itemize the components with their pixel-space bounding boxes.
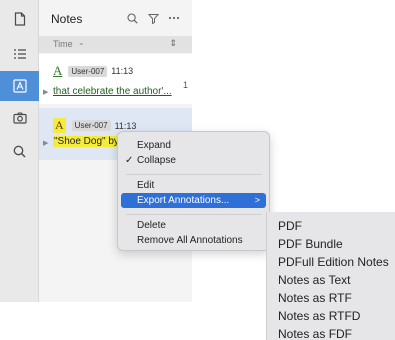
submenu-item-notes-as-rtfd[interactable]: Notes as RTFD (278, 308, 360, 324)
submenu-item-pdf-bundle[interactable]: PDF Bundle (278, 236, 343, 252)
menu-item-remove-all-annotations[interactable]: Remove All Annotations (121, 233, 266, 248)
menu-divider (126, 214, 262, 215)
sort-bar[interactable]: Time ⌄ ⇕ (39, 36, 192, 53)
menu-item-label: Export Annotations... (137, 195, 230, 206)
annotation-snippet: "Shoe Dog" by (53, 136, 120, 147)
submenu-item-pdf[interactable]: PDF (278, 218, 302, 234)
menu-item-expand[interactable]: Expand (121, 138, 266, 153)
underline-annotation-icon: A (53, 63, 63, 78)
annotation-time: 11:13 (114, 120, 137, 131)
annotation-count: 1 (182, 80, 188, 90)
document-view-button[interactable] (0, 4, 39, 34)
document-icon (14, 12, 25, 26)
notes-header: Notes (39, 0, 192, 36)
more-icon (168, 16, 180, 20)
context-menu: Expand ✓ Collapse Edit Export Annotation… (117, 131, 270, 251)
search-view-button[interactable] (0, 136, 39, 166)
menu-item-export-annotations[interactable]: Export Annotations... > (121, 193, 266, 208)
menu-item-delete[interactable]: Delete (121, 218, 266, 233)
left-toolbar (0, 0, 39, 302)
annotation-icon (12, 79, 27, 93)
annotations-view-button[interactable] (0, 71, 39, 101)
chevron-right-icon: > (254, 195, 260, 205)
submenu-item-pdfull-edition-notes[interactable]: PDFull Edition Notes (278, 254, 389, 270)
sort-order-icon[interactable]: ⇕ (169, 38, 177, 49)
user-badge: User-007 (71, 120, 111, 131)
search-icon (126, 12, 138, 24)
menu-item-label: Delete (137, 220, 166, 231)
snapshots-view-button[interactable] (0, 103, 39, 133)
chevron-down-icon: ⌄ (78, 38, 85, 47)
menu-divider (126, 174, 262, 175)
search-icon (13, 145, 26, 157)
disclosure-triangle-icon[interactable]: ▶ (43, 139, 48, 147)
sort-label: Time (53, 39, 73, 49)
menu-item-collapse[interactable]: ✓ Collapse (121, 153, 266, 168)
menu-item-label: Expand (137, 140, 171, 151)
annotation-time: 11:13 (111, 66, 134, 76)
more-options-button[interactable] (166, 10, 182, 26)
highlight-annotation-icon: A (53, 118, 66, 133)
submenu-item-notes-as-text[interactable]: Notes as Text (278, 272, 350, 288)
menu-item-label: Collapse (137, 155, 176, 166)
disclosure-triangle-icon[interactable]: ▶ (43, 88, 48, 96)
outline-view-button[interactable] (0, 39, 39, 69)
checkmark-icon: ✓ (125, 155, 134, 166)
submenu-item-notes-as-fdf[interactable]: Notes as FDF (278, 326, 352, 340)
annotation-item[interactable]: A User-007 11:13 ▶ that celebrate the au… (39, 54, 192, 104)
filter-button[interactable] (145, 10, 161, 26)
submenu-item-notes-as-rtf[interactable]: Notes as RTF (278, 290, 352, 306)
panel-title: Notes (51, 12, 83, 26)
user-badge: User-007 (68, 65, 108, 77)
menu-item-label: Edit (137, 180, 155, 191)
menu-item-edit[interactable]: Edit (121, 178, 266, 193)
annotation-snippet: that celebrate the author'... (53, 86, 172, 97)
filter-icon (147, 13, 159, 24)
camera-icon (12, 112, 27, 124)
search-notes-button[interactable] (124, 10, 140, 26)
list-icon (13, 49, 26, 59)
menu-item-label: Remove All Annotations (137, 235, 243, 246)
export-submenu: PDF PDF Bundle PDFull Edition Notes Note… (266, 212, 395, 340)
